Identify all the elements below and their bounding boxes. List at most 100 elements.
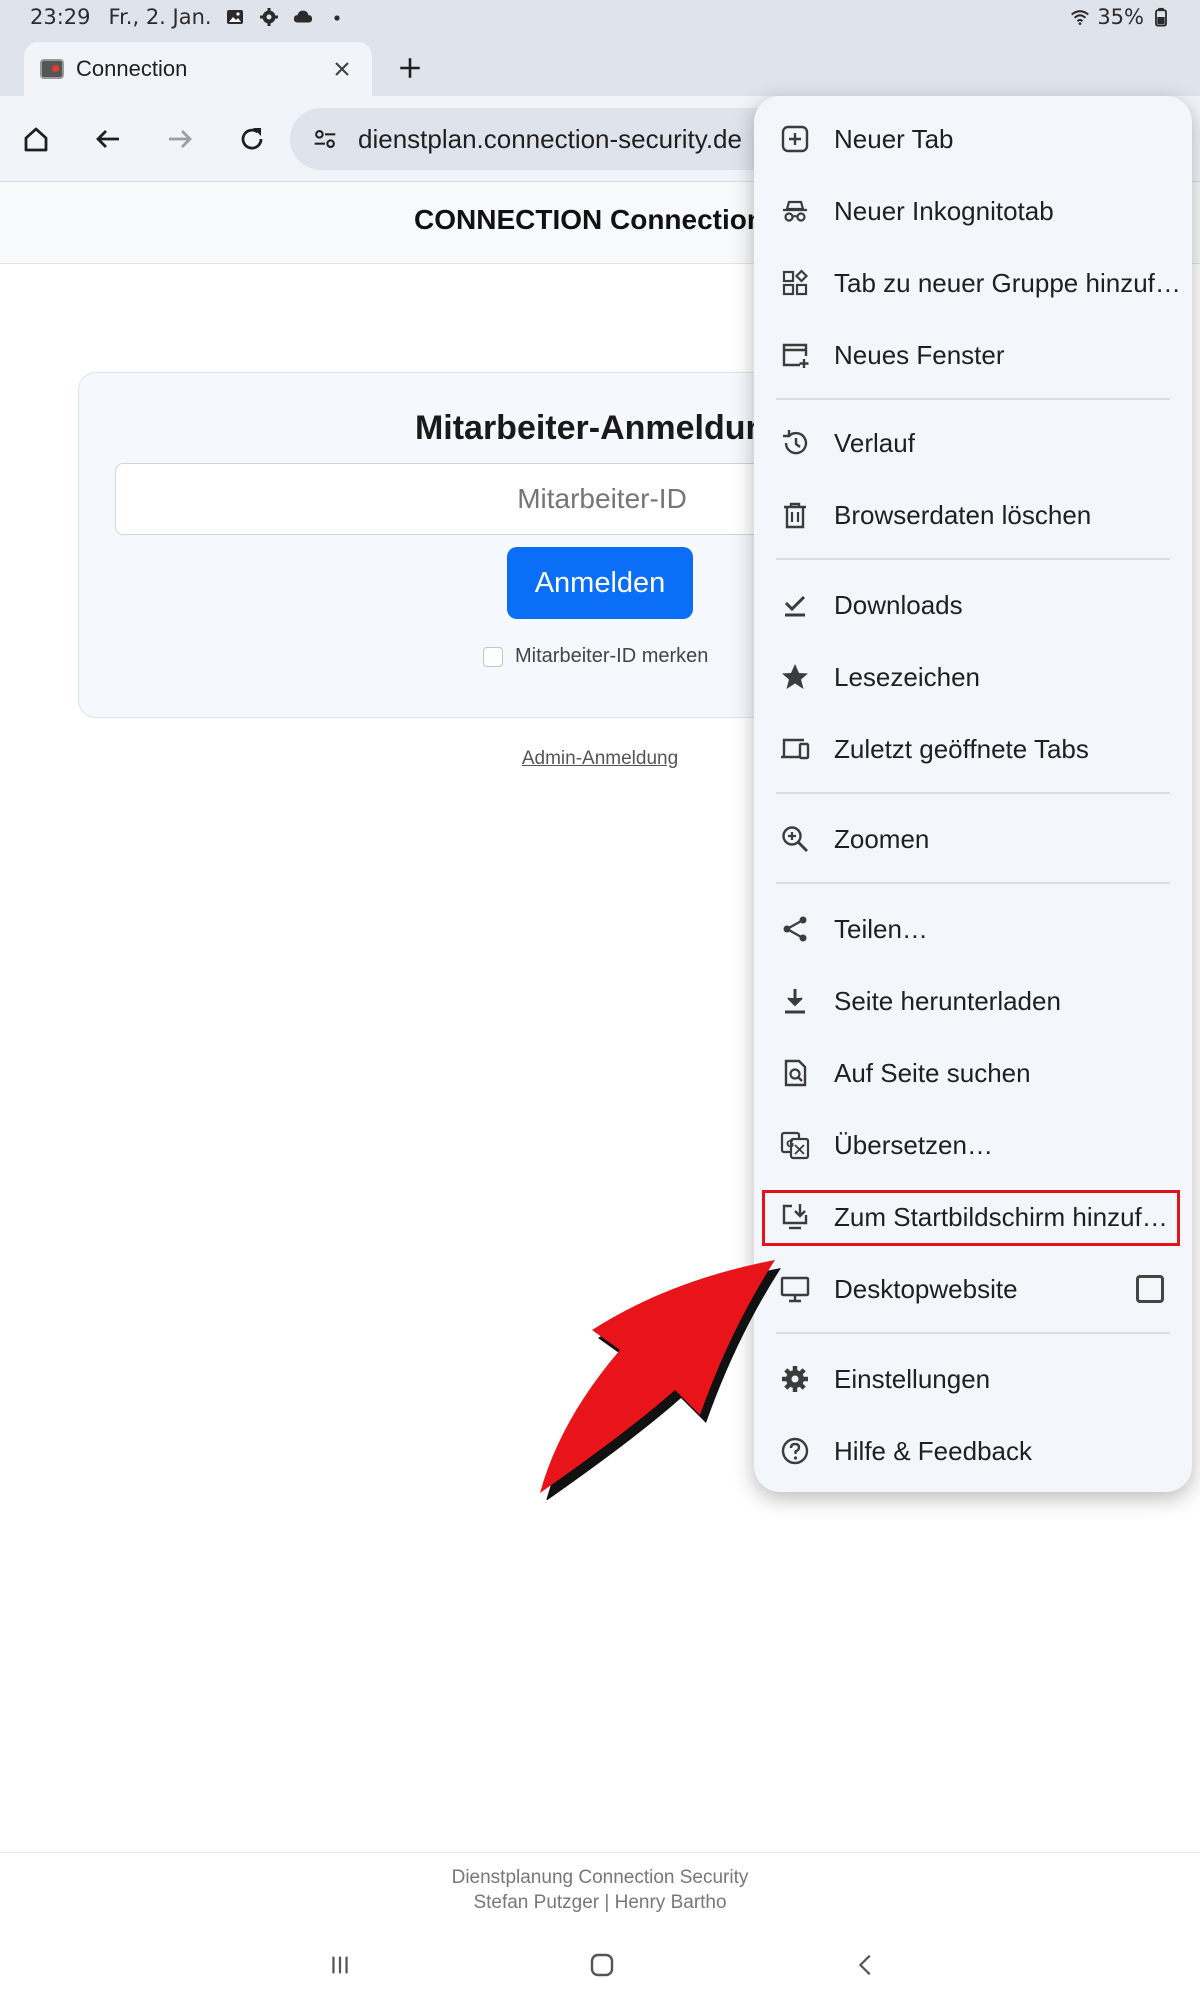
menu-item-help-feedback[interactable]: Hilfe & Feedback: [754, 1419, 1192, 1483]
menu-item-history[interactable]: Verlauf: [754, 411, 1192, 475]
menu-item-label: Zuletzt geöffnete Tabs: [834, 733, 1089, 764]
url-text: dienstplan.connection-security.de: [358, 123, 742, 154]
new-tab-button[interactable]: [390, 48, 430, 88]
home-button[interactable]: [11, 114, 61, 164]
menu-item-recent-tabs[interactable]: Zuletzt geöffnete Tabs: [754, 717, 1192, 781]
status-time: 23:29: [30, 5, 91, 29]
menu-item-clear-browsing-data[interactable]: Browserdaten löschen: [754, 483, 1192, 547]
tab-title: Connection: [76, 56, 188, 81]
status-date: Fr., 2. Jan.: [108, 5, 212, 29]
menu-item-label: Verlauf: [834, 427, 915, 458]
menu-item-label: Hilfe & Feedback: [834, 1435, 1032, 1466]
menu-item-label: Neuer Inkognitotab: [834, 195, 1054, 226]
back-nav-icon: [858, 1954, 871, 1976]
home-icon: [24, 127, 48, 152]
status-bar: 23:29 Fr., 2. Jan. 35%: [0, 0, 1200, 36]
remember-id-checkbox[interactable]: [483, 646, 503, 667]
svg-text:G: G: [786, 1139, 794, 1150]
remember-id-label: Mitarbeiter-ID merken: [515, 645, 709, 667]
menu-divider: [776, 558, 1170, 560]
menu-item-label: Desktopwebsite: [834, 1273, 1018, 1304]
home-nav-icon: [590, 1953, 614, 1977]
zoom-icon: [778, 822, 812, 856]
red-annotation-arrow-icon: [540, 1260, 781, 1500]
battery-percent: 35%: [1097, 5, 1144, 29]
menu-item-translate[interactable]: G Übersetzen…: [754, 1113, 1192, 1177]
menu-item-share[interactable]: Teilen…: [754, 897, 1192, 961]
recent-apps-button[interactable]: [310, 1940, 370, 1990]
reload-icon: [241, 128, 263, 150]
menu-item-label: Teilen…: [834, 913, 928, 944]
menu-item-label: Downloads: [834, 589, 963, 620]
battery-icon: [1150, 6, 1172, 28]
downloads-check-icon: [778, 588, 812, 622]
system-nav-bar: [0, 1930, 1200, 2000]
brand-title: CONNECTION Connection: [414, 204, 764, 235]
desktop-site-checkbox[interactable]: [1136, 1275, 1164, 1303]
chrome-overflow-menu: Neuer Tab Neuer Inkognitotab Tab zu neue…: [754, 96, 1192, 1492]
menu-item-label: Zoomen: [834, 823, 930, 854]
menu-item-desktop-site[interactable]: Desktopwebsite: [754, 1257, 1192, 1321]
recent-apps-icon: [332, 1956, 348, 1974]
menu-divider: [776, 1332, 1170, 1334]
plus-icon: [400, 58, 420, 78]
tab-connection[interactable]: Connection: [24, 42, 372, 96]
menu-divider: [776, 792, 1170, 794]
tab-group-icon: [778, 266, 812, 300]
settings-notification-icon: [258, 6, 280, 28]
menu-item-downloads[interactable]: Downloads: [754, 573, 1192, 637]
star-icon: [778, 660, 812, 694]
menu-item-new-tab[interactable]: Neuer Tab: [754, 107, 1192, 171]
menu-item-label: Übersetzen…: [834, 1129, 993, 1160]
footer-line-1: Dienstplanung Connection Security: [451, 1867, 749, 1888]
close-icon: [335, 62, 349, 76]
menu-item-download-page[interactable]: Seite herunterladen: [754, 969, 1192, 1033]
trash-icon: [778, 498, 812, 532]
forward-button[interactable]: [155, 114, 205, 164]
tab-strip: Connection: [0, 36, 1200, 96]
history-icon: [778, 426, 812, 460]
login-button[interactable]: Anmelden: [507, 547, 693, 619]
cloud-notification-icon: [292, 6, 314, 28]
menu-item-find-in-page[interactable]: Auf Seite suchen: [754, 1041, 1192, 1105]
devices-icon: [778, 732, 812, 766]
find-in-page-icon: [778, 1056, 812, 1090]
close-tab-button[interactable]: [328, 55, 356, 83]
menu-item-new-window[interactable]: Neues Fenster: [754, 323, 1192, 387]
menu-item-new-incognito-tab[interactable]: Neuer Inkognitotab: [754, 179, 1192, 243]
incognito-icon: [778, 194, 812, 228]
menu-divider: [776, 398, 1170, 400]
menu-item-label: Tab zu neuer Gruppe hinzuf…: [834, 267, 1181, 298]
menu-divider: [776, 882, 1170, 884]
footer-line-2: Stefan Putzger | Henry Bartho: [473, 1892, 727, 1913]
back-button[interactable]: [83, 114, 133, 164]
menu-item-label: Neuer Tab: [834, 123, 954, 154]
menu-item-label: Browserdaten löschen: [834, 499, 1092, 530]
remember-id-row[interactable]: Mitarbeiter-ID merken: [483, 645, 708, 668]
menu-item-label: Seite herunterladen: [834, 985, 1061, 1016]
download-icon: [778, 984, 812, 1018]
menu-item-label: Auf Seite suchen: [834, 1057, 1031, 1088]
site-favicon-icon: [40, 59, 64, 79]
highlight-annotation-box: [762, 1190, 1180, 1246]
back-nav-button[interactable]: [836, 1940, 896, 1990]
menu-item-label: Neues Fenster: [834, 339, 1005, 370]
gallery-notification-icon: [224, 6, 246, 28]
wifi-icon: [1069, 6, 1091, 28]
reload-button[interactable]: [227, 114, 277, 164]
menu-item-label: Lesezeichen: [834, 661, 980, 692]
arrow-left-icon: [96, 130, 119, 148]
home-nav-button[interactable]: [572, 1940, 632, 1990]
page-footer: Dienstplanung Connection Security Stefan…: [0, 1852, 1200, 1922]
site-settings-icon[interactable]: [310, 124, 340, 154]
new-window-icon: [778, 338, 812, 372]
more-notifications-icon: [326, 6, 348, 28]
share-icon: [778, 912, 812, 946]
menu-item-settings[interactable]: Einstellungen: [754, 1347, 1192, 1411]
new-tab-icon: [778, 122, 812, 156]
menu-item-add-tab-group[interactable]: Tab zu neuer Gruppe hinzuf…: [754, 251, 1192, 315]
arrow-right-icon: [169, 130, 192, 148]
menu-item-bookmarks[interactable]: Lesezeichen: [754, 645, 1192, 709]
menu-item-label: Einstellungen: [834, 1363, 991, 1394]
menu-item-zoom[interactable]: Zoomen: [754, 807, 1192, 871]
